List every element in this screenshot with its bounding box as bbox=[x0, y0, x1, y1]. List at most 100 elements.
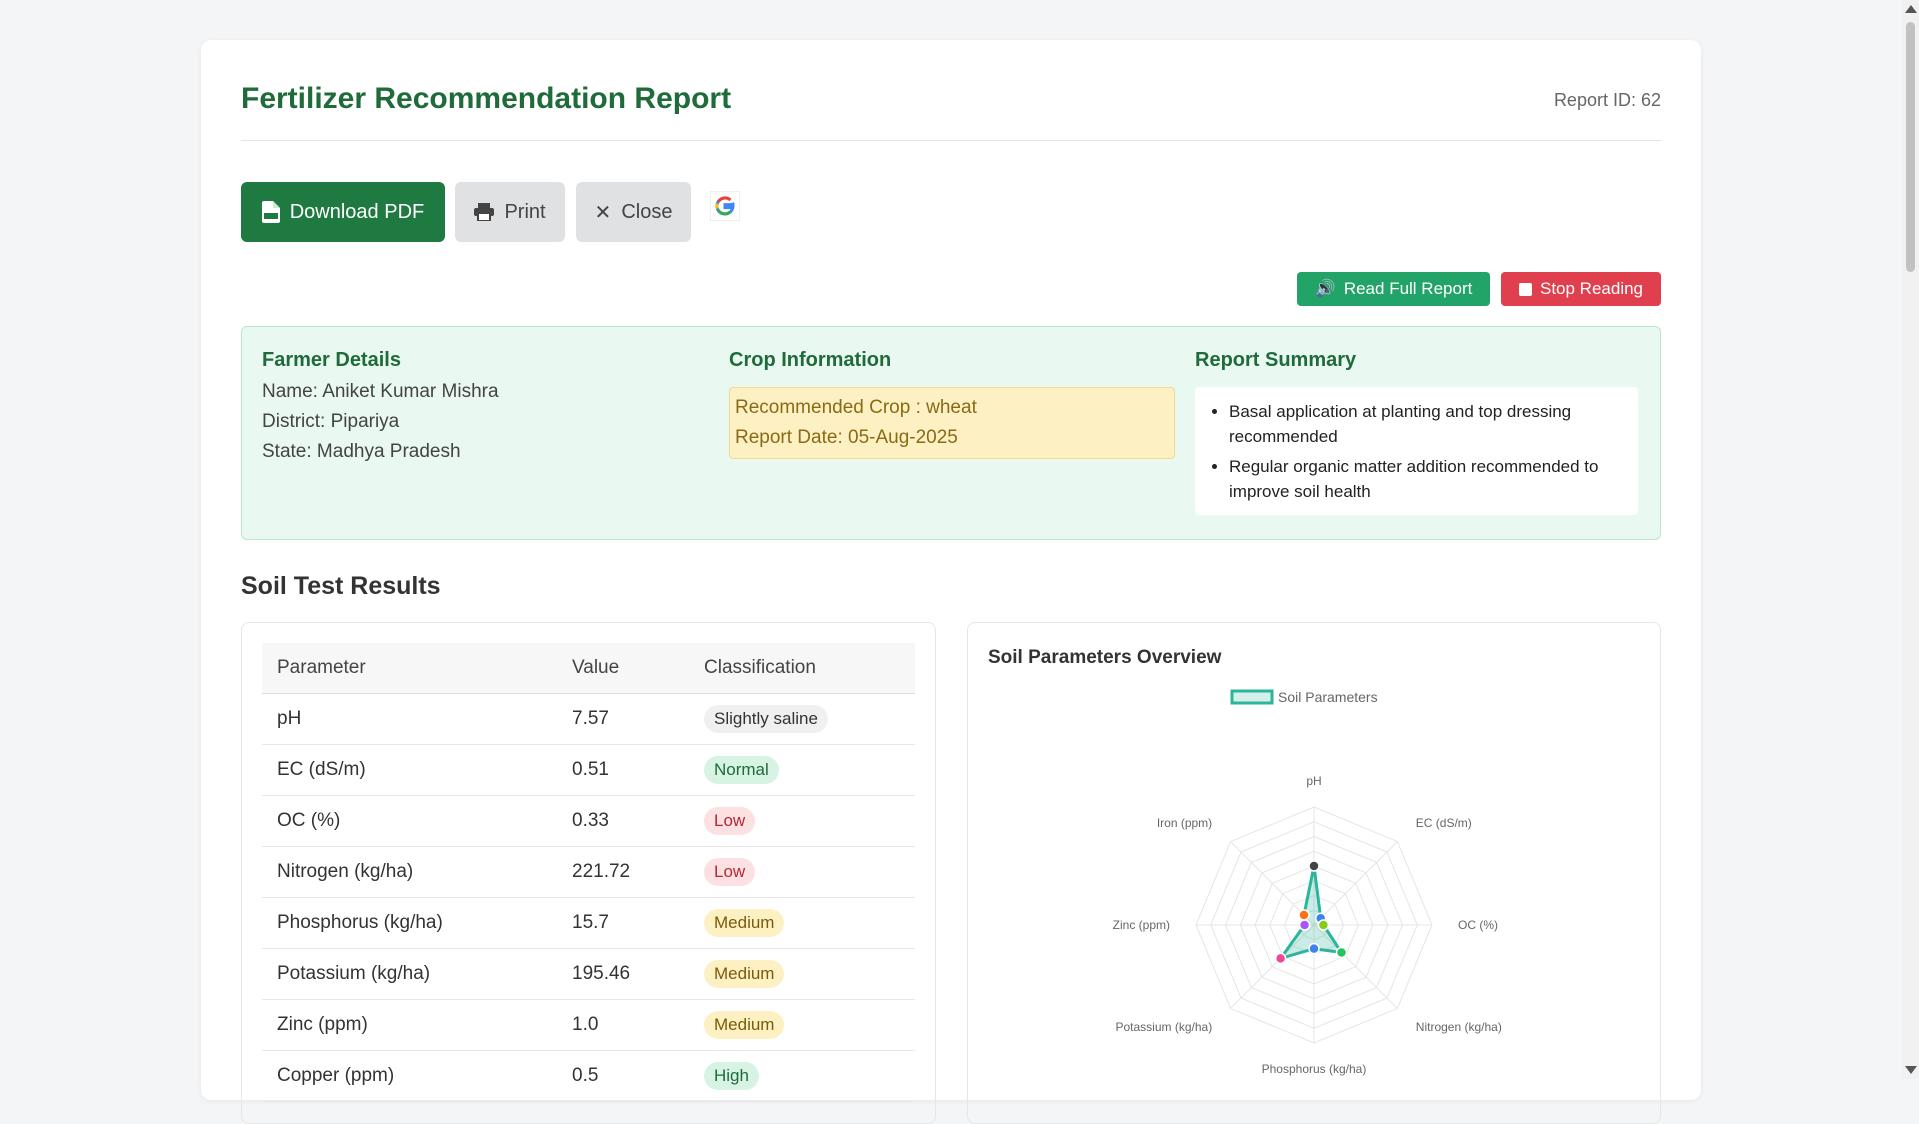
radar-data-point bbox=[1298, 919, 1311, 931]
farmer-district: District: Pipariya bbox=[262, 411, 400, 432]
soil-table-body: pH 7.57 Slightly saline EC (dS/m) 0.51 Normal… bbox=[262, 693, 915, 1102]
stop-reading-label: Stop Reading bbox=[1539, 279, 1644, 298]
summary-item: Basal application at planting and top dr… bbox=[1229, 399, 1638, 449]
classification-badge: Medium bbox=[704, 909, 785, 937]
radar-axis-label: Phosphorus (kg/ha) bbox=[1262, 1062, 1367, 1076]
cell-value: 0.33 bbox=[557, 795, 689, 847]
cell-value: 0.5 bbox=[557, 1050, 689, 1102]
cell-parameter: Zinc (ppm) bbox=[262, 999, 557, 1051]
soil-chart-card: Soil Parameters Overview Soil Parameters… bbox=[967, 622, 1661, 1124]
farmer-name: Name: Aniket Kumar Mishra bbox=[262, 381, 499, 402]
print-button[interactable]: Print bbox=[455, 182, 565, 242]
vertical-scrollbar[interactable] bbox=[1902, 0, 1919, 1079]
table-header-row: Parameter Value Classification bbox=[262, 643, 915, 694]
report-date: Report Date: 05-Aug-2025 bbox=[735, 427, 958, 448]
cell-parameter: Copper (ppm) bbox=[262, 1050, 557, 1102]
table-row: Potassium (kg/ha) 195.46 Medium bbox=[262, 948, 915, 1000]
page-title: Fertilizer Recommendation Report bbox=[241, 82, 732, 115]
table-row: Phosphorus (kg/ha) 15.7 Medium bbox=[262, 897, 915, 949]
radar-axis-label: Nitrogen (kg/ha) bbox=[1416, 1020, 1502, 1034]
cell-classification: Normal bbox=[689, 744, 915, 796]
read-full-report-button[interactable]: 🔊 Read Full Report bbox=[1297, 272, 1490, 306]
summary-item: Regular organic matter addition recommen… bbox=[1229, 454, 1638, 504]
crop-highlight: Recommended Crop : wheat Report Date: 05… bbox=[729, 387, 1175, 459]
radar-data-point bbox=[1335, 946, 1348, 959]
download-pdf-label: Download PDF bbox=[289, 200, 425, 223]
cell-value: 0.51 bbox=[557, 744, 689, 796]
classification-badge: Low bbox=[704, 858, 756, 886]
cell-parameter: OC (%) bbox=[262, 795, 557, 847]
cell-value: 15.7 bbox=[557, 897, 689, 949]
column-header-parameter: Parameter bbox=[262, 643, 557, 694]
summary-list-box: Basal application at planting and top dr… bbox=[1195, 387, 1638, 515]
report-card: Fertilizer Recommendation Report Report … bbox=[201, 40, 1701, 1124]
cell-value: 7.57 bbox=[557, 693, 689, 745]
radar-data-point bbox=[1274, 952, 1287, 965]
cell-classification: Slightly saline bbox=[689, 693, 915, 745]
recommended-crop: Recommended Crop : wheat bbox=[735, 397, 977, 418]
google-icon[interactable] bbox=[710, 191, 740, 221]
table-row: Zinc (ppm) 1.0 Medium bbox=[262, 999, 915, 1051]
pdf-file-icon bbox=[261, 201, 280, 223]
close-label: Close bbox=[621, 200, 673, 223]
scrollbar-thumb[interactable] bbox=[1906, 22, 1915, 272]
table-row: Nitrogen (kg/ha) 221.72 Low bbox=[262, 846, 915, 898]
soil-test-table: Parameter Value Classification pH 7.57 Sli… bbox=[262, 643, 915, 1102]
speaker-icon: 🔊 bbox=[1314, 279, 1336, 298]
scroll-up-arrow-icon[interactable] bbox=[1905, 5, 1917, 13]
summary-list: Basal application at planting and top dr… bbox=[1195, 387, 1638, 504]
cell-parameter: Potassium (kg/ha) bbox=[262, 948, 557, 1000]
close-icon: ✕ bbox=[594, 201, 612, 224]
report-id: Report ID: 62 bbox=[1553, 90, 1661, 110]
read-full-report-label: Read Full Report bbox=[1343, 279, 1473, 298]
report-info-panel: Farmer Details Name: Aniket Kumar Mishra… bbox=[241, 326, 1661, 540]
stop-icon bbox=[1518, 282, 1532, 296]
table-row: Copper (ppm) 0.5 High bbox=[262, 1050, 915, 1102]
soil-radar-chart: Soil Parameters pH EC (dS/m) OC (%) Nitrogen… bbox=[1113, 689, 1502, 1076]
farmer-details-heading: Farmer Details bbox=[262, 349, 401, 371]
report-summary-heading: Report Summary bbox=[1195, 349, 1357, 371]
classification-badge: High bbox=[704, 1062, 759, 1090]
cell-classification: Low bbox=[689, 846, 915, 898]
classification-badge: Low bbox=[704, 807, 756, 835]
cell-parameter: pH bbox=[262, 693, 557, 745]
column-header-classification: Classification bbox=[689, 643, 915, 694]
legend-swatch bbox=[1230, 689, 1274, 705]
radar-data-point bbox=[1308, 942, 1320, 955]
stop-reading-button[interactable]: Stop Reading bbox=[1501, 272, 1661, 306]
column-header-value: Value bbox=[557, 643, 689, 694]
cell-parameter: Nitrogen (kg/ha) bbox=[262, 846, 557, 898]
cell-classification: High bbox=[689, 1050, 915, 1102]
download-pdf-button[interactable]: Download PDF bbox=[241, 182, 445, 242]
report-header: Fertilizer Recommendation Report Report … bbox=[241, 40, 1661, 141]
cell-parameter: EC (dS/m) bbox=[262, 744, 557, 796]
farmer-state: State: Madhya Pradesh bbox=[262, 441, 461, 462]
cell-value: 195.46 bbox=[557, 948, 689, 1000]
radar-axis-label: Zinc (ppm) bbox=[1113, 918, 1170, 932]
cell-value: 1.0 bbox=[557, 999, 689, 1051]
table-row: pH 7.57 Slightly saline bbox=[262, 693, 915, 745]
table-row: OC (%) 0.33 Low bbox=[262, 795, 915, 847]
printer-icon bbox=[474, 203, 495, 221]
classification-badge: Slightly saline bbox=[704, 705, 828, 733]
radar-axis-label: Iron (ppm) bbox=[1157, 816, 1212, 830]
cell-value: 221.72 bbox=[557, 846, 689, 898]
radar-data-point bbox=[1298, 909, 1310, 921]
close-button[interactable]: ✕ Close bbox=[576, 182, 691, 242]
radar-data-point bbox=[1308, 860, 1320, 872]
radar-axis-label: EC (dS/m) bbox=[1416, 816, 1472, 830]
cell-parameter: Phosphorus (kg/ha) bbox=[262, 897, 557, 949]
cell-classification: Medium bbox=[689, 948, 915, 1000]
radar-data-point bbox=[1317, 919, 1330, 931]
soil-table-card: Parameter Value Classification pH 7.57 Sli… bbox=[241, 622, 936, 1124]
radar-axis-label: pH bbox=[1306, 774, 1321, 788]
scroll-down-arrow-icon[interactable] bbox=[1905, 1066, 1917, 1074]
print-label: Print bbox=[504, 200, 546, 223]
crop-information-heading: Crop Information bbox=[729, 349, 892, 371]
classification-badge: Medium bbox=[704, 960, 785, 988]
classification-badge: Medium bbox=[704, 1011, 785, 1039]
radar-axis-label: Potassium (kg/ha) bbox=[1115, 1020, 1212, 1034]
cell-classification: Medium bbox=[689, 999, 915, 1051]
legend-label: Soil Parameters bbox=[1278, 689, 1378, 705]
classification-badge: Normal bbox=[704, 756, 779, 784]
